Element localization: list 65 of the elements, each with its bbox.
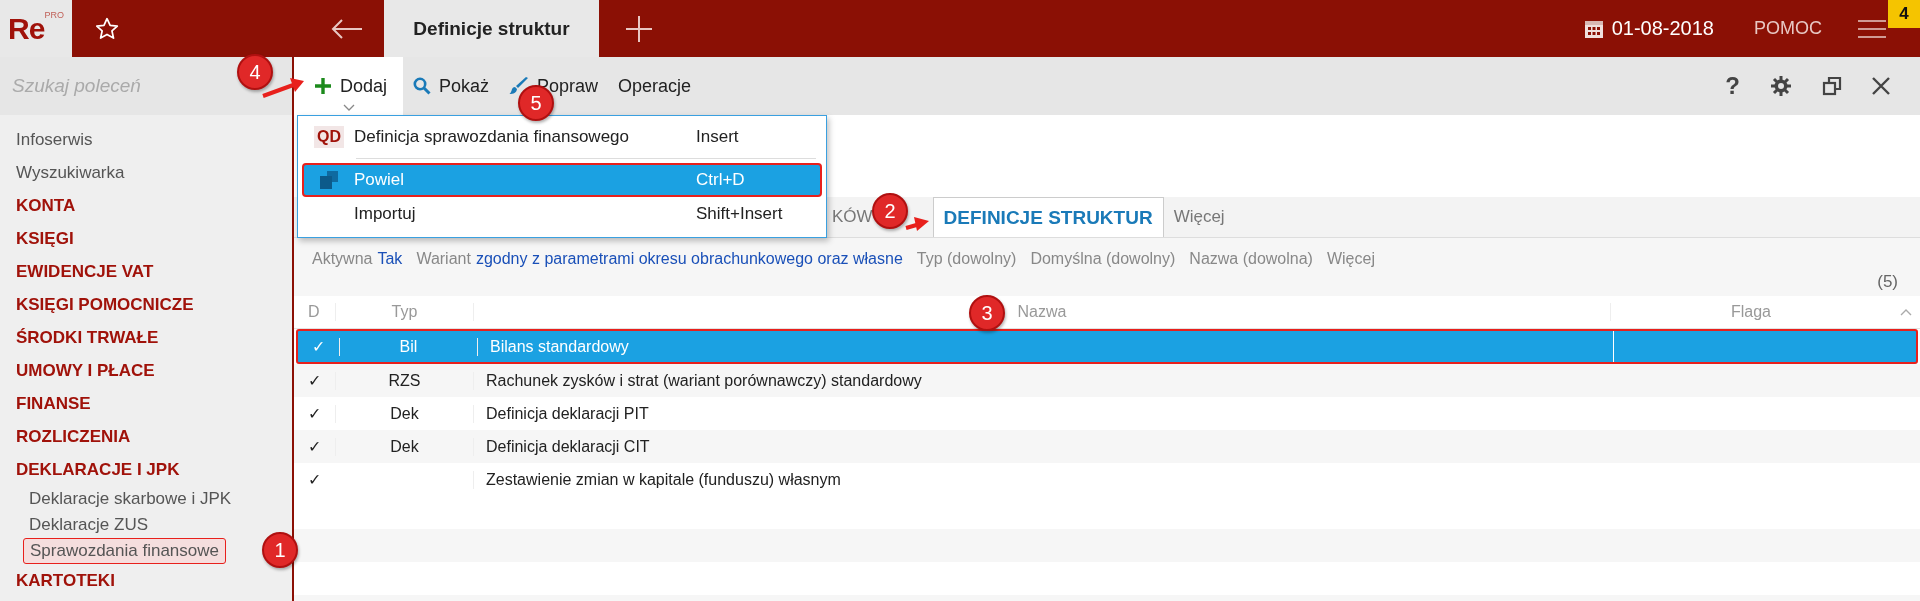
table-row[interactable]: ✓ Dek Definicja deklaracji PIT <box>294 397 1920 430</box>
table-cell: Rachunek zysków i strat (wariant porównawczy) standardowy <box>486 371 922 389</box>
toolbar-button[interactable]: Pokaż <box>403 57 500 115</box>
menu-item[interactable]: QD Definicja sprawozdania finansowego Insert <box>302 120 822 154</box>
sidebar-item[interactable]: KSIĘGI POMOCNICZE <box>8 288 202 321</box>
search-icon <box>413 77 432 95</box>
table-cell: ✓ <box>312 338 325 355</box>
back-arrow-icon[interactable] <box>330 17 364 40</box>
sidebar-item[interactable]: DEKLARACJE I JPK <box>8 453 188 486</box>
table-cell: RZS <box>388 371 421 389</box>
toolbar-button[interactable]: Operacje <box>608 57 702 115</box>
date-label[interactable]: 01-08-2018 <box>1611 17 1714 40</box>
sidebar-item[interactable]: ŚRODKI TRWAŁE <box>8 321 167 354</box>
sidebar-item[interactable]: Wyszukiwarka <box>8 156 133 189</box>
table-cell: ✓ <box>308 471 321 488</box>
sidebar-item[interactable]: EWIDENCJE VAT <box>8 255 162 288</box>
sidebar-item[interactable]: KARTOTEKI <box>8 564 123 597</box>
table-cell: Bilans standardowy <box>490 337 629 355</box>
notification-badge[interactable]: 4 <box>1888 0 1920 28</box>
sidebar-item[interactable]: Infoserwis <box>8 123 101 156</box>
app-logo[interactable]: Re$^{PRO}$ <box>0 0 72 57</box>
record-count: (5) <box>1877 272 1898 292</box>
new-tab-icon[interactable] <box>625 14 653 43</box>
caret-icon <box>342 104 355 111</box>
arrow <box>905 217 929 231</box>
app-tab[interactable]: Definicje struktur <box>384 0 599 57</box>
settings-icon[interactable] <box>1770 75 1792 97</box>
sidebar-item[interactable]: UMOWY I PŁACE <box>8 354 163 387</box>
table-cell: Definicja deklaracji CIT <box>486 437 650 455</box>
filter-link[interactable]: Aktywna Tak <box>312 250 403 268</box>
calendar-icon <box>1583 18 1604 39</box>
sidebar-subitem[interactable]: Deklaracje skarbowe i JPK <box>23 486 238 512</box>
table-row[interactable]: ✓ Zestawienie zmian w kapitale (funduszu) własnym <box>294 463 1920 496</box>
sidebar-item[interactable]: KSIĘGI <box>8 222 82 255</box>
table-row[interactable]: ✓ Dek Definicja deklaracji CIT <box>294 430 1920 463</box>
view-tab[interactable]: Więcej <box>1163 197 1235 237</box>
help-link[interactable]: POMOC <box>1754 18 1822 39</box>
toolbar-button[interactable]: Dodaj <box>294 57 404 115</box>
brush-icon <box>509 77 530 95</box>
sidebar-subitem[interactable]: Sprawozdania finansowe <box>23 538 226 564</box>
table-cell: Zestawienie zmian w kapitale (funduszu) własnym <box>486 470 841 488</box>
menu-icon[interactable] <box>1858 18 1886 39</box>
menu-item-badge: QD <box>314 126 344 148</box>
filter-link[interactable]: Wariant zgodny z parametrami okresu obrachunkowego oraz własne <box>416 250 903 268</box>
star-icon[interactable] <box>94 15 120 42</box>
view-tab[interactable]: DEFINICJE STRUKTUR <box>932 197 1164 237</box>
help-icon[interactable]: ? <box>1725 72 1740 100</box>
table-cell: Bil <box>399 337 418 355</box>
table-cell: ✓ <box>308 438 321 455</box>
table-cell: ✓ <box>308 372 321 389</box>
sidebar-item[interactable]: ROZLICZENIA <box>8 420 139 453</box>
sidebar-item[interactable]: KONTA <box>8 189 84 222</box>
table-cell: Dek <box>390 437 419 455</box>
close-icon[interactable] <box>1872 77 1890 95</box>
arrow <box>262 78 304 98</box>
table-cell: ✓ <box>308 405 321 422</box>
table-row[interactable]: ✓ RZS Rachunek zysków i strat (wariant porównawczy) standardowy <box>294 364 1920 397</box>
table-cell: Definicja deklaracji PIT <box>486 404 649 422</box>
menu-item[interactable]: Importuj Shift+Insert <box>302 197 822 231</box>
copy-icon <box>319 170 339 190</box>
restore-window-icon[interactable] <box>1822 76 1842 96</box>
sidebar-item[interactable]: FINANSE <box>8 387 99 420</box>
plus-icon <box>314 77 332 95</box>
table-cell: Dek <box>390 404 419 422</box>
sidebar-subitem[interactable]: Deklaracje ZUS <box>23 512 155 538</box>
